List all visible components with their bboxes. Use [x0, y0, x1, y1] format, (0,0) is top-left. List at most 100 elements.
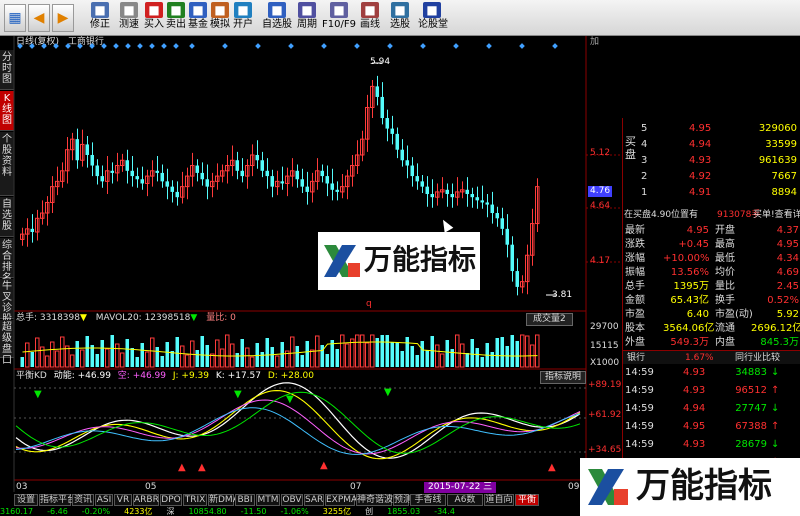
event-marker-icon — [149, 43, 155, 49]
down-arrow-icon: ↓ — [771, 403, 780, 414]
watermark-text: 万能指标 — [364, 243, 477, 276]
indicator-tab-3[interactable]: ASI — [95, 494, 113, 506]
up-arrow-icon: ↑ — [771, 385, 780, 396]
event-marker-icon — [17, 43, 23, 49]
down-arrow-icon: ↓ — [771, 439, 780, 450]
industry-row[interactable]: 银行 1.67% 同行业比较 — [623, 350, 800, 364]
volume-ma: MAVOL20: 12398518 — [95, 313, 191, 323]
indicator-tab-19[interactable]: 平衡 — [515, 494, 539, 506]
status-value: 深 — [166, 507, 175, 516]
svg-text:▲: ▲ — [198, 462, 206, 473]
kd-j: J: +9.39 — [172, 371, 210, 381]
tick-row: 14:59 4.93 34883 ↓ — [625, 367, 780, 378]
quote-stat-row: 振幅 13.56% 均价 4.69 — [625, 267, 799, 278]
indicator-tab-10[interactable]: MTM — [256, 494, 280, 506]
status-value: 10854.80 — [188, 507, 227, 516]
event-marker-icon — [101, 43, 107, 49]
indicator-tab-4[interactable]: VR — [114, 494, 132, 506]
event-marker-icon — [137, 43, 143, 49]
status-value: 创 — [365, 507, 374, 516]
indicator-tab-7[interactable]: TRIX — [183, 494, 207, 506]
indicator-help-button[interactable]: 指标说明 — [540, 371, 587, 384]
event-marker-icon — [321, 43, 327, 49]
status-value: 3255亿 — [322, 507, 352, 516]
x-axis-label: 05 — [145, 482, 157, 492]
status-value: -11.50 — [240, 507, 267, 516]
event-marker-icon — [29, 43, 35, 49]
status-value: -1.06% — [280, 507, 309, 516]
event-marker-icon — [173, 43, 179, 49]
volume-axis-label: 29700 — [590, 322, 619, 332]
status-value: -34.4 — [434, 507, 455, 516]
indicator-tab-6[interactable]: DPO — [160, 494, 182, 506]
status-value: -0.20% — [81, 507, 111, 516]
indicator-tab-2[interactable]: 资讯 — [72, 494, 94, 506]
event-marker-icon — [53, 43, 59, 49]
svg-text:▼: ▼ — [286, 394, 294, 405]
indicator-tab-9[interactable]: BBI — [235, 494, 255, 506]
low-price-label: 3.81 — [552, 290, 573, 300]
event-marker-icon — [519, 43, 525, 49]
indicator-tab-1[interactable]: 指标平台 — [39, 494, 76, 506]
tick-row: 14:59 4.93 96512 ↑ — [625, 385, 780, 396]
event-marker-icon — [387, 43, 393, 49]
price-axis-label: 5.12 — [590, 148, 611, 158]
indicator-tab-15[interactable]: 预测 — [393, 494, 412, 506]
indicator-tab-12[interactable]: SAR — [304, 494, 324, 506]
indicator-tab-14[interactable]: 神奇谐波 — [356, 494, 393, 506]
event-marker-icon — [552, 43, 558, 49]
stock-app-window: ◀ ▶ ▦ ■ 修正 ■ 测速 ■ 买入 ■ 卖出 ■ 基金 ■ 模拟 ■ 开户 ■ 自选股 ■ 周期 ■ F10/F… — [0, 0, 800, 516]
watermark-text: 万能指标 — [636, 466, 772, 506]
indicator-tab-18[interactable]: 道自向 — [484, 494, 514, 506]
tick-row: 14:59 4.93 28679 ↓ — [625, 439, 780, 450]
sell-level-row[interactable]: 3 4.93 961639 — [623, 154, 800, 168]
event-marker-icon — [486, 43, 492, 49]
indicator-tab-11[interactable]: OBV — [281, 494, 303, 506]
watermark-logo-corner: 万能指标 — [580, 458, 800, 516]
event-marker-icon — [113, 43, 119, 49]
svg-text:▼: ▼ — [384, 387, 392, 398]
marker-label: q — [366, 299, 372, 309]
kd-info: 平衡KD 动能: +46.99 空: +46.99 J: +9.39 K: +1… — [16, 371, 314, 382]
down-arrow-icon: ↓ — [771, 367, 780, 378]
svg-text:▲: ▲ — [548, 462, 556, 473]
event-marker-icon — [222, 43, 228, 49]
indicator-tab-13[interactable]: EXPMA — [325, 494, 357, 506]
watermark-logo: 万能指标 — [318, 232, 480, 290]
volume-axis-label: 15115 — [590, 341, 619, 351]
indicator-tab-16[interactable]: 手香线 — [410, 494, 446, 506]
indicator-tab-5[interactable]: ARBR — [133, 494, 159, 506]
sell-level-row[interactable]: 4 4.94 33599 — [623, 138, 800, 152]
x-axis-label: 03 — [16, 482, 28, 492]
event-marker-icon — [453, 43, 459, 49]
quote-stat-row: 总手 1395万 量比 2.45 — [625, 281, 799, 292]
svg-text:▲: ▲ — [320, 460, 328, 471]
sell-level-row[interactable]: 5 4.95 329060 — [623, 122, 800, 136]
high-price-label: 5.94 — [370, 57, 391, 67]
kd-axis-label: +89.19 — [588, 380, 622, 390]
kd-k: K: +17.57 — [215, 371, 261, 381]
watermark-emblem-icon — [588, 469, 628, 505]
indicator-tab-0[interactable]: 设置 — [14, 494, 38, 506]
indicator-tab-8[interactable]: 新DMA — [208, 494, 239, 506]
cursor-date-tag: 2015-07-22 三 — [424, 482, 497, 493]
quote-stat-row: 涨幅 +10.00% 最低 4.34 — [625, 253, 799, 264]
sell-level-row[interactable]: 1 4.91 8894 — [623, 186, 800, 200]
order-alert[interactable]: 在买盘4.90位置有 913078手 买单!查看详细 — [623, 208, 800, 222]
quote-stat-row: 外盘 549.3万 内盘 845.3万 — [625, 337, 799, 348]
x-axis-label: 09 — [568, 482, 580, 492]
event-marker-icon — [354, 43, 360, 49]
svg-text:▼: ▼ — [34, 389, 42, 400]
tick-row: 14:59 4.95 67388 ↑ — [625, 421, 780, 432]
quote-stat-row: 市盈 6.40 市盈(动) 5.92 — [625, 309, 799, 320]
indicator-tab-17[interactable]: A6数 — [447, 494, 483, 506]
sell-level-row[interactable]: 2 4.92 7667 — [623, 170, 800, 184]
kd-d: D: +28.00 — [267, 371, 315, 381]
tick-row: 14:59 4.94 27747 ↓ — [625, 403, 780, 414]
status-value: 4233亿 — [124, 507, 153, 516]
volume-selector-button[interactable]: 成交量2 — [526, 313, 573, 326]
price-axis-label: 4.64 — [590, 201, 611, 211]
status-value: 1855.03 — [387, 507, 421, 516]
event-marker-icon — [288, 43, 294, 49]
kd-axis-label: +34.65 — [588, 445, 622, 455]
